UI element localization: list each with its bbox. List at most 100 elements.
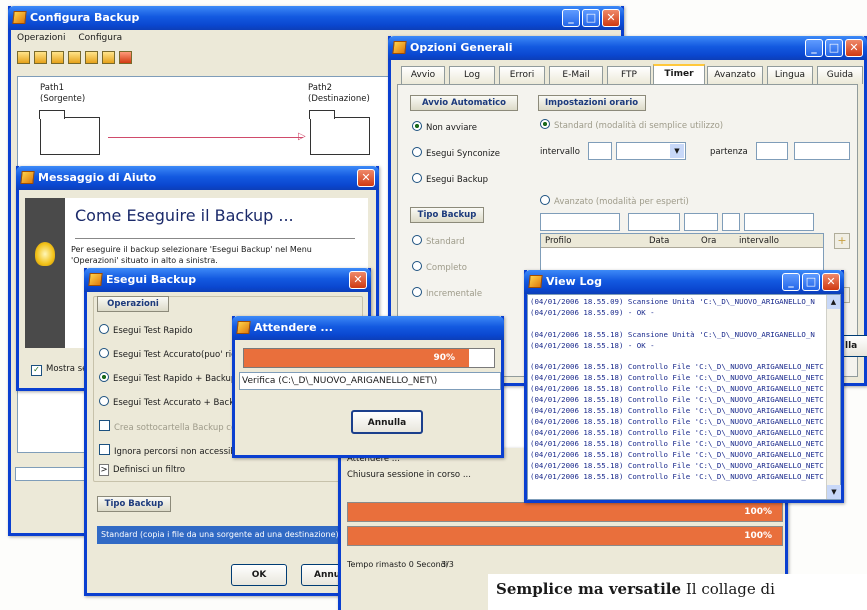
filtro-label: Definisci un filtro (113, 465, 186, 475)
esegui-titlebar[interactable]: Esegui Backup ✕ (84, 268, 371, 292)
ignora-percorsi-checkbox[interactable]: Ignora percorsi non accessibili (99, 444, 243, 457)
tool-config-icon[interactable] (17, 51, 30, 64)
col-data: Data (649, 236, 670, 246)
intervallo-label: intervallo (540, 147, 580, 157)
source-folder-icon[interactable] (39, 110, 100, 155)
menu-configura[interactable]: Configura (78, 33, 122, 43)
intervallo-select[interactable] (744, 213, 814, 231)
partenza-label: partenza (710, 147, 748, 157)
radio-test-accurato[interactable]: Esegui Test Accurato(puo' richi (99, 348, 244, 360)
close-button[interactable]: ✕ (349, 271, 367, 289)
close-button[interactable]: ✕ (357, 169, 375, 187)
add-schedule-icon[interactable]: + (834, 233, 850, 249)
radio-incrementale[interactable]: Incrementale (412, 287, 482, 299)
close-button[interactable]: ✕ (822, 273, 840, 291)
log-line: (04/01/2006 18.55.18) Controllo File 'C:… (530, 438, 824, 448)
tool-sync-icon[interactable] (51, 51, 64, 64)
partenza-input[interactable] (756, 142, 788, 160)
maximize-button[interactable]: □ (825, 39, 843, 57)
aiuto-text-line1: Per eseguire il backup selezionare 'Eseg… (71, 245, 312, 254)
data-input[interactable] (628, 213, 680, 231)
attendere-titlebar[interactable]: Attendere ... (232, 316, 504, 340)
avvio-header: Avvio Automatico (410, 95, 518, 111)
log-line: (04/01/2006 18.55.18) Controllo File 'C:… (530, 384, 824, 394)
attendere-window: Attendere ... 90% Verifica (C:\_D\_NUOVO… (232, 316, 504, 458)
scroll-down-icon[interactable]: ▼ (827, 485, 841, 499)
min-input[interactable] (722, 213, 740, 231)
menu-operazioni[interactable]: Operazioni (17, 33, 66, 43)
opzioni-title: Opzioni Generali (410, 41, 513, 54)
aiuto-heading: Come Eseguire il Backup ... (75, 206, 294, 225)
log-list[interactable]: (04/01/2006 18.55.09) Scansione Unità 'C… (530, 297, 824, 497)
minimize-button[interactable]: _ (805, 39, 823, 57)
radio-non-avviare[interactable]: Non avviare (412, 121, 477, 133)
path1-role: (Sorgente) (40, 94, 86, 104)
app-icon (236, 321, 251, 334)
radio-esegui-synconize[interactable]: Esegui Synconize (412, 147, 500, 159)
tab-email[interactable]: E-Mail (549, 66, 603, 84)
tab-errori[interactable]: Errori (499, 66, 545, 84)
annulla-button[interactable]: Annulla (351, 410, 423, 434)
log-line: (04/01/2006 18.55.18) Controllo File 'C:… (530, 362, 824, 372)
progress-bar-2: 100% (347, 526, 783, 546)
tab-avanzato[interactable]: Avanzato (707, 66, 763, 84)
radio-standard[interactable]: Standard (412, 235, 465, 247)
radio-orario-standard[interactable]: Standard (modalità di semplice utilizzo) (540, 119, 723, 131)
chevron-down-icon[interactable]: ▼ (670, 144, 684, 158)
partenza-time-input[interactable] (794, 142, 850, 160)
tab-ftp[interactable]: FTP (607, 66, 651, 84)
mostra-checkbox[interactable]: Mostra se (31, 364, 87, 376)
close-button[interactable]: ✕ (845, 39, 863, 57)
tool-profile-icon[interactable] (34, 51, 47, 64)
maximize-button[interactable]: □ (582, 9, 600, 27)
log-scrollbar[interactable]: ▲ ▼ (826, 295, 841, 499)
tab-avvio[interactable]: Avvio (401, 66, 445, 84)
col-intervallo: intervallo (739, 236, 779, 246)
maximize-button[interactable]: □ (802, 273, 820, 291)
tool-exit-icon[interactable] (119, 51, 132, 64)
lightbulb-icon (35, 242, 55, 266)
tool-backup-icon[interactable] (102, 51, 115, 64)
radio-test-accurato-backup[interactable]: Esegui Test Accurato + Backup (99, 396, 245, 408)
intervallo-value-input[interactable] (588, 142, 612, 160)
tab-lingua[interactable]: Lingua (767, 66, 813, 84)
tab-log[interactable]: Log (449, 66, 495, 84)
configura-title: Configura Backup (30, 11, 140, 24)
attendere-title: Attendere ... (254, 321, 333, 334)
log-line: (04/01/2006 18.55.09) - OK - (530, 307, 655, 317)
configura-titlebar[interactable]: Configura Backup _ □ ✕ (8, 6, 624, 30)
close-button[interactable]: ✕ (602, 9, 620, 27)
tab-timer[interactable]: Timer (653, 64, 705, 85)
app-icon (392, 41, 407, 54)
intervallo-unit-select[interactable]: ▼ (616, 142, 686, 160)
filtro-row[interactable]: > Definisci un filtro (99, 464, 185, 476)
aiuto-titlebar[interactable]: Messaggio di Aiuto ✕ (16, 166, 379, 190)
radio-test-rapido[interactable]: Esegui Test Rapido (99, 324, 193, 336)
opzioni-titlebar[interactable]: Opzioni Generali _ □ ✕ (388, 36, 867, 60)
annulla-fragment: Annu (314, 570, 341, 580)
minimize-button[interactable]: _ (782, 273, 800, 291)
radio-esegui-backup[interactable]: Esegui Backup (412, 173, 488, 185)
profilo-select[interactable] (540, 213, 620, 231)
viewlog-titlebar[interactable]: View Log _ □ ✕ (524, 270, 844, 294)
radio-test-rapido-backup[interactable]: Esegui Test Rapido + Backup (99, 372, 236, 384)
tipo-backup-select[interactable]: Standard (copia i file da una sorgente a… (97, 526, 359, 544)
radio-orario-avanzato[interactable]: Avanzato (modalità per esperti) (540, 195, 689, 207)
ok-button[interactable]: OK (231, 564, 287, 586)
col-ora: Ora (701, 236, 717, 246)
aiuto-side-panel (25, 198, 65, 348)
aiuto-text: Per eseguire il backup selezionare 'Eseg… (71, 244, 312, 266)
tool-list-icon[interactable] (68, 51, 81, 64)
ora-input[interactable] (684, 213, 718, 231)
log-line: (04/01/2006 18.55.18) Controllo File 'C:… (530, 460, 824, 470)
tab-guida[interactable]: Guida (817, 66, 863, 84)
radio-completo[interactable]: Completo (412, 261, 467, 273)
crea-sottocartella-checkbox[interactable]: Crea sottocartella Backup con (99, 420, 242, 433)
scroll-up-icon[interactable]: ▲ (827, 295, 840, 309)
minimize-button[interactable]: _ (562, 9, 580, 27)
destination-folder-icon[interactable] (309, 110, 370, 155)
chevron-right-icon[interactable]: > (99, 464, 109, 476)
progress-status2: Chiusura sessione in corso ... (347, 470, 471, 480)
tool-log-icon[interactable] (85, 51, 98, 64)
